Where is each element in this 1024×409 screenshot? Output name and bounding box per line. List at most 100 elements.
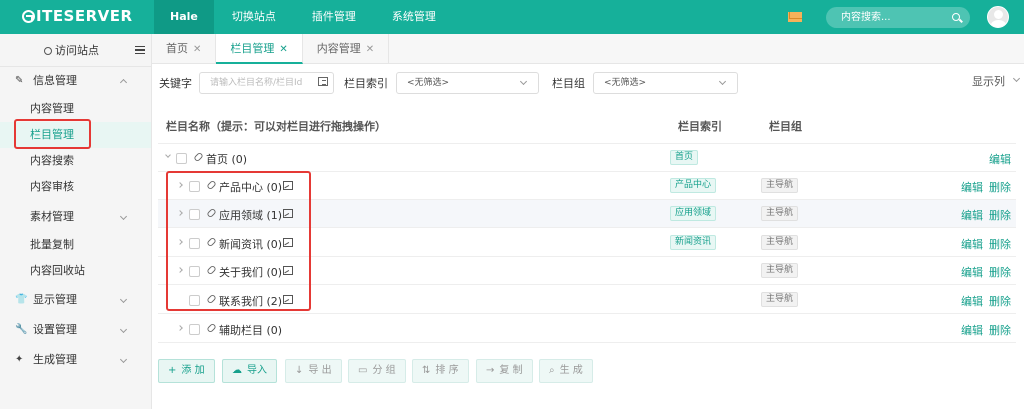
- row-checkbox[interactable]: [176, 153, 187, 164]
- keyword-placeholder: 请输入栏目名称/栏目Id: [210, 78, 303, 88]
- sidebar-item-content-search[interactable]: 内容搜索: [0, 148, 151, 174]
- sidebar-group-generate[interactable]: ✦ 生成管理: [0, 347, 151, 373]
- channel-group-select[interactable]: <无筛选>: [593, 72, 738, 94]
- row-checkbox[interactable]: [189, 324, 200, 335]
- channel-index-value: <无筛选>: [407, 78, 450, 88]
- chevron-down-icon: [119, 295, 128, 304]
- edit-link[interactable]: 编辑: [961, 293, 983, 309]
- sidebar-item-content-review[interactable]: 内容审核: [0, 174, 151, 200]
- wrench-icon: 🔧: [15, 324, 28, 335]
- sidebar-group-settings[interactable]: 🔧 设置管理: [0, 317, 151, 343]
- sidebar-group-label: 生成管理: [33, 353, 77, 366]
- visit-site-row: 访问站点: [0, 34, 151, 67]
- logo-s-icon: [22, 9, 35, 23]
- edit-link[interactable]: 编辑: [989, 151, 1011, 167]
- top-nav: Hale 切换站点 插件管理 系统管理: [154, 0, 454, 34]
- plus-icon: +: [168, 365, 177, 376]
- group-button[interactable]: ▭ 分 组: [348, 359, 406, 383]
- keyword-input[interactable]: 请输入栏目名称/栏目Id: [199, 72, 334, 94]
- sidebar-group-info[interactable]: ✎ 信息管理: [0, 68, 151, 94]
- channel-group-tag: 主导航: [761, 263, 799, 278]
- visit-site-link[interactable]: 访问站点: [44, 34, 99, 67]
- chevron-down-icon: [119, 325, 128, 334]
- tab-label: 栏目管理: [230, 42, 275, 55]
- sidebar-item-batch-copy[interactable]: 批量复制: [0, 232, 151, 258]
- sidebar-item-label: 素材管理: [30, 210, 74, 223]
- delete-link[interactable]: 删除: [989, 179, 1011, 195]
- tab-content-management[interactable]: 内容管理 ✕: [303, 34, 390, 64]
- top-nav-plugins[interactable]: 插件管理: [294, 0, 374, 34]
- import-button[interactable]: ☁ 导入: [222, 359, 277, 383]
- table-row[interactable]: 辅助栏目 (0) 编辑 删除: [158, 315, 1016, 343]
- close-icon[interactable]: ✕: [193, 44, 201, 55]
- channel-index-tag: 首页: [670, 150, 699, 165]
- expand-toggle-icon[interactable]: [177, 325, 183, 331]
- expand-toggle-icon[interactable]: [165, 152, 171, 158]
- link-icon: [206, 322, 217, 334]
- edit-link[interactable]: 编辑: [961, 264, 983, 280]
- edit-link[interactable]: 编辑: [961, 236, 983, 252]
- sidebar-group-label: 信息管理: [33, 74, 77, 87]
- chevron-down-icon: [119, 355, 128, 364]
- channel-group-tag: 主导航: [761, 178, 799, 193]
- chevron-down-icon: [718, 77, 727, 86]
- top-nav-system[interactable]: 系统管理: [374, 0, 454, 34]
- chevron-down-icon: [119, 212, 128, 221]
- top-bar: ITESERVER Hale 切换站点 插件管理 系统管理 内容搜索...: [0, 0, 1024, 34]
- highlight-box-rows: [166, 171, 311, 311]
- globe-icon: [44, 47, 52, 55]
- site-logo[interactable]: ITESERVER: [22, 7, 133, 25]
- menu-toggle-icon[interactable]: [135, 46, 145, 54]
- sidebar-group-display[interactable]: 👕 显示管理: [0, 287, 151, 313]
- sidebar-item-materials[interactable]: 素材管理: [0, 204, 151, 230]
- highlight-box-sidebar: [14, 119, 91, 149]
- chevron-down-icon: [519, 77, 528, 86]
- user-avatar[interactable]: [987, 6, 1009, 28]
- add-button[interactable]: + 添 加: [158, 359, 215, 383]
- channel-name[interactable]: 辅助栏目 (0): [219, 322, 282, 338]
- copy-label: 复 制: [499, 365, 523, 376]
- delete-link[interactable]: 删除: [989, 293, 1011, 309]
- top-nav-switch-site[interactable]: 切换站点: [214, 0, 294, 34]
- delete-link[interactable]: 删除: [989, 264, 1011, 280]
- import-label: 导入: [247, 365, 267, 376]
- search-icon[interactable]: [952, 13, 960, 21]
- delete-link[interactable]: 删除: [989, 236, 1011, 252]
- display-columns-label: 显示列: [972, 75, 1005, 88]
- column-header-name: 栏目名称（提示：可以对栏目进行拖拽操作）: [166, 120, 386, 133]
- copy-button[interactable]: → 复 制: [476, 359, 533, 383]
- channel-name[interactable]: 首页 (0): [206, 151, 247, 167]
- top-nav-site-hale[interactable]: Hale: [154, 0, 214, 34]
- channel-index-select[interactable]: <无筛选>: [396, 72, 539, 94]
- tab-channel-management[interactable]: 栏目管理 ✕: [216, 34, 303, 64]
- close-icon[interactable]: ✕: [279, 44, 287, 55]
- channel-group-tag: 主导航: [761, 206, 799, 221]
- sidebar-item-recycle-bin[interactable]: 内容回收站: [0, 258, 151, 284]
- generate-button[interactable]: ⌕ 生 成: [539, 359, 593, 383]
- close-icon[interactable]: ✕: [366, 44, 374, 55]
- export-button[interactable]: ↓ 导 出: [285, 359, 342, 383]
- mail-icon[interactable]: [788, 12, 802, 22]
- edit-link[interactable]: 编辑: [961, 179, 983, 195]
- tab-bar: 首页 ✕ 栏目管理 ✕ 内容管理 ✕: [152, 34, 1024, 64]
- sidebar-group-label: 显示管理: [33, 293, 77, 306]
- visit-site-label: 访问站点: [55, 44, 99, 57]
- keyword-picker-icon[interactable]: [318, 77, 328, 86]
- content-search-placeholder: 内容搜索...: [841, 12, 891, 23]
- table-row[interactable]: 首页 (0) 首页 编辑: [158, 144, 1016, 172]
- delete-link[interactable]: 删除: [989, 322, 1011, 338]
- sort-button[interactable]: ⇅ 排 序: [412, 359, 469, 383]
- edit-link[interactable]: 编辑: [961, 207, 983, 223]
- delete-link[interactable]: 删除: [989, 207, 1011, 223]
- edit-link[interactable]: 编辑: [961, 322, 983, 338]
- channel-index-tag: 应用领域: [670, 206, 717, 221]
- magic-wand-icon: ✦: [15, 354, 24, 365]
- channel-index-label: 栏目索引: [344, 77, 388, 90]
- tab-label: 首页: [166, 42, 188, 55]
- tab-home[interactable]: 首页 ✕: [152, 34, 217, 64]
- cloud-upload-icon: ☁: [232, 365, 242, 376]
- display-columns-dropdown[interactable]: 显示列: [972, 73, 1021, 89]
- content-search-input[interactable]: 内容搜索...: [826, 7, 970, 28]
- sort-label: 排 序: [435, 365, 459, 376]
- tab-label: 内容管理: [316, 42, 361, 55]
